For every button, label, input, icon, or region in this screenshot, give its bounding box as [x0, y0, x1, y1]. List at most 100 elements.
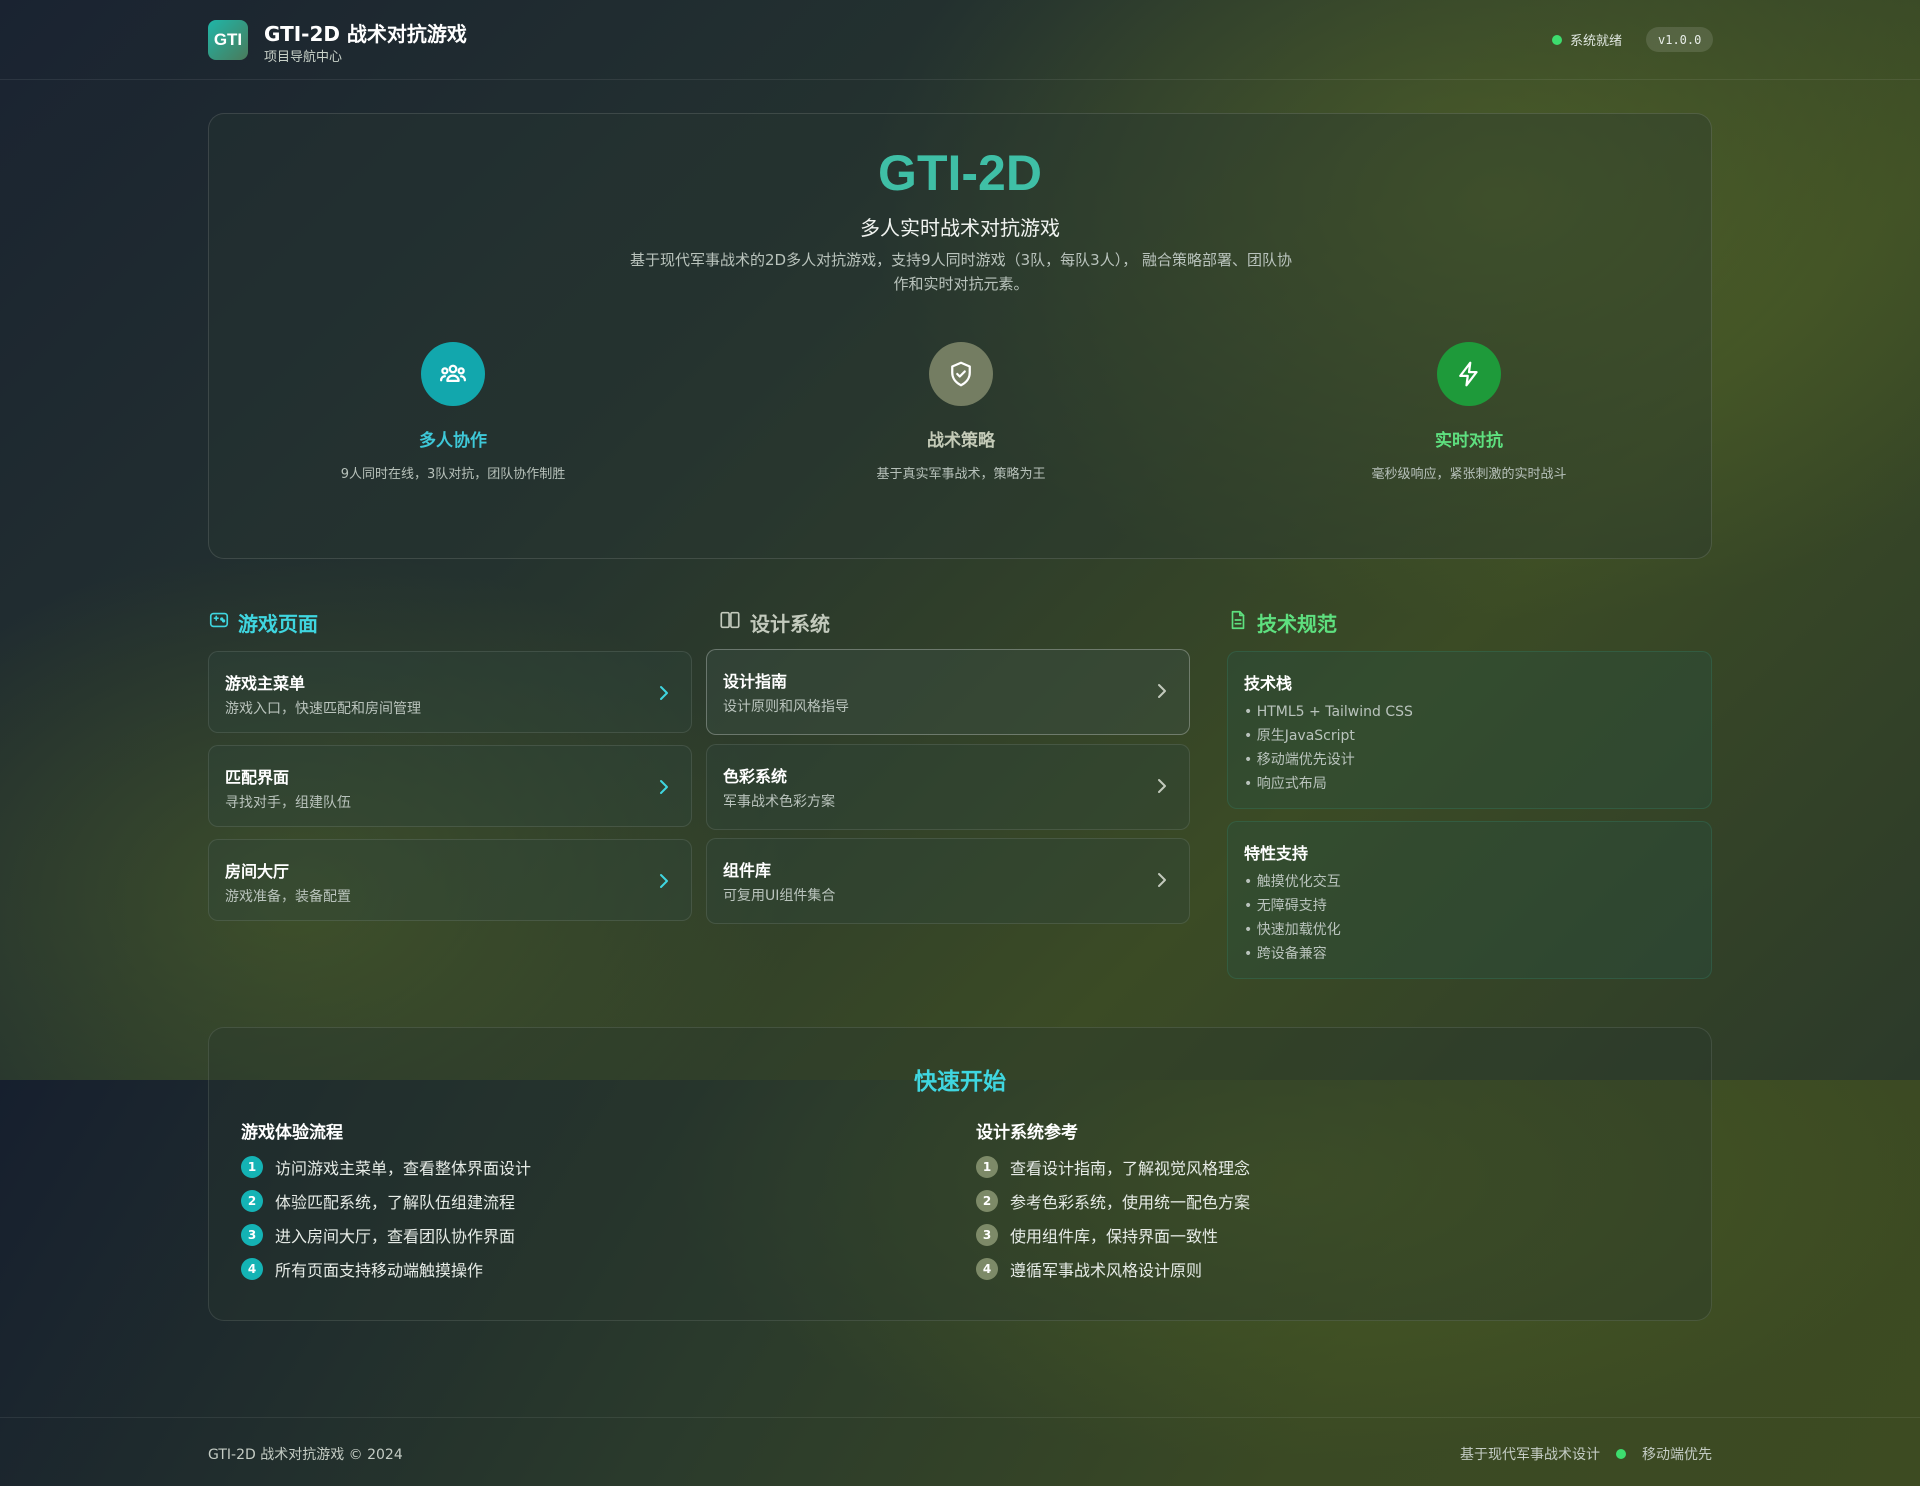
- list-item: • 原生JavaScript: [1244, 728, 1355, 744]
- step-text: 遵循军事战术风格设计原则: [1010, 1261, 1203, 1280]
- feature-title: 战术策略: [927, 431, 995, 451]
- footer-note-mobile: 移动端优先: [1642, 1447, 1712, 1463]
- card-title: 组件库: [723, 861, 772, 880]
- card-title: 匹配界面: [225, 768, 290, 787]
- step-text: 体验匹配系统，了解队伍组建流程: [275, 1193, 516, 1212]
- step-number: 1: [241, 1156, 263, 1178]
- step-item: 4 遵循军事战术风格设计原则: [976, 1258, 1250, 1280]
- feature-desc: 基于真实军事战术，策略为王: [876, 467, 1046, 482]
- status-dot-icon: [1616, 1449, 1626, 1459]
- card-desc: 寻找对手，组建队伍: [225, 795, 351, 811]
- step-number: 3: [241, 1224, 263, 1246]
- step-number: 3: [976, 1224, 998, 1246]
- chevron-right-icon: [657, 776, 671, 802]
- chevron-right-icon: [1155, 775, 1169, 801]
- section-title: 技术规范: [1257, 612, 1337, 636]
- feature-title: 实时对抗: [1435, 431, 1503, 451]
- step-number: 4: [241, 1258, 263, 1280]
- card-matchmaking[interactable]: 匹配界面 寻找对手，组建队伍: [208, 745, 692, 827]
- footer-notes: 基于现代军事战术设计 移动端优先: [1460, 1444, 1712, 1464]
- feature-tactics: 战术策略 基于真实军事战术，策略为王: [761, 342, 1161, 482]
- column-title: 游戏体验流程: [241, 1123, 343, 1143]
- card-title: 设计指南: [723, 672, 788, 691]
- spec-list: • HTML5 + Tailwind CSS • 原生JavaScript • …: [1244, 700, 1413, 796]
- card-desc: 可复用UI组件集合: [723, 888, 836, 904]
- step-item: 1 访问游戏主菜单，查看整体界面设计: [241, 1156, 532, 1178]
- feature-multiplayer: 多人协作 9人同时在线，3队对抗，团队协作制胜: [253, 342, 653, 482]
- chevron-right-icon: [657, 870, 671, 896]
- list-item: • 快速加载优化: [1244, 922, 1341, 938]
- book-open-icon: [718, 609, 742, 636]
- spec-title: 特性支持: [1244, 844, 1309, 863]
- card-desc: 游戏入口，快速匹配和房间管理: [225, 701, 421, 717]
- hero-description: 基于现代军事战术的2D多人对抗游戏，支持9人同时游戏（3队，每队3人）， 融合策…: [630, 251, 1292, 293]
- feature-desc: 9人同时在线，3队对抗，团队协作制胜: [340, 467, 566, 482]
- spec-features: 特性支持 • 触摸优化交互 • 无障碍支持 • 快速加载优化 • 跨设备兼容: [1227, 821, 1712, 979]
- footer-note-design: 基于现代军事战术设计: [1460, 1447, 1600, 1463]
- step-number: 4: [976, 1258, 998, 1280]
- step-text: 所有页面支持移动端触摸操作: [275, 1261, 484, 1280]
- shield-check-icon: [929, 342, 993, 406]
- feature-title: 多人协作: [419, 431, 487, 451]
- list-item: • 触摸优化交互: [1244, 874, 1341, 890]
- feature-desc: 毫秒级响应，紧张刺激的实时战斗: [1371, 467, 1567, 482]
- game-flow-column: 游戏体验流程 1 访问游戏主菜单，查看整体界面设计 2 体验匹配系统，了解队伍组…: [241, 1118, 532, 1280]
- section-title: 游戏页面: [238, 612, 318, 636]
- step-item: 4 所有页面支持移动端触摸操作: [241, 1258, 531, 1280]
- card-title: 游戏主菜单: [225, 674, 306, 693]
- hero-subtitle: 多人实时战术对抗游戏: [860, 216, 1060, 240]
- list-item: • 无障碍支持: [1244, 898, 1327, 914]
- hero-card: GTI-2D 多人实时战术对抗游戏 基于现代军事战术的2D多人对抗游戏，支持9人…: [208, 113, 1712, 559]
- step-item: 3 使用组件库，保持界面一致性: [976, 1224, 1250, 1246]
- step-item: 2 参考色彩系统，使用统一配色方案: [976, 1190, 1251, 1212]
- design-reference-column: 设计系统参考 1 查看设计指南，了解视觉风格理念 2 参考色彩系统，使用统一配色…: [976, 1118, 1251, 1280]
- column-title: 设计系统参考: [976, 1123, 1078, 1143]
- system-status: 系统就绪: [1552, 30, 1622, 49]
- list-item: • 响应式布局: [1244, 776, 1327, 792]
- chevron-right-icon: [1155, 680, 1169, 706]
- spec-list: • 触摸优化交互 • 无障碍支持 • 快速加载优化 • 跨设备兼容: [1244, 870, 1341, 966]
- chevron-right-icon: [657, 682, 671, 708]
- card-main-menu[interactable]: 游戏主菜单 游戏入口，快速匹配和房间管理: [208, 651, 692, 733]
- step-number: 1: [976, 1156, 998, 1178]
- section-tech-spec-heading: 技术规范: [1227, 608, 1337, 637]
- copyright-text: GTI-2D 战术对抗游戏 © 2024: [208, 1447, 403, 1463]
- spec-tech-stack: 技术栈 • HTML5 + Tailwind CSS • 原生JavaScrip…: [1227, 651, 1712, 809]
- version-badge: v1.0.0: [1646, 27, 1714, 52]
- gamepad-icon: [208, 609, 230, 636]
- card-component-library[interactable]: 组件库 可复用UI组件集合: [706, 838, 1190, 924]
- lightning-icon: [1437, 342, 1501, 406]
- card-title: 房间大厅: [225, 862, 290, 881]
- quick-start-title: 快速开始: [914, 1069, 1006, 1095]
- card-title: 色彩系统: [723, 767, 788, 786]
- list-item: • 跨设备兼容: [1244, 946, 1327, 962]
- step-text: 参考色彩系统，使用统一配色方案: [1010, 1193, 1251, 1212]
- hero-title: GTI-2D: [878, 145, 1042, 201]
- chevron-right-icon: [1155, 869, 1169, 895]
- card-room-lobby[interactable]: 房间大厅 游戏准备，装备配置: [208, 839, 692, 921]
- app-subtitle: 项目导航中心: [264, 50, 343, 65]
- app-logo[interactable]: GTI: [208, 20, 248, 60]
- step-number: 2: [976, 1190, 998, 1212]
- page-footer: GTI-2D 战术对抗游戏 © 2024 基于现代军事战术设计 移动端优先: [0, 1417, 1920, 1486]
- top-header: GTI GTI-2D 战术对抗游戏 项目导航中心 系统就绪 v1.0.0: [0, 0, 1920, 80]
- step-text: 查看设计指南，了解视觉风格理念: [1010, 1159, 1251, 1178]
- step-text: 访问游戏主菜单，查看整体界面设计: [275, 1159, 532, 1178]
- step-item: 3 进入房间大厅，查看团队协作界面: [241, 1224, 531, 1246]
- users-icon: [421, 342, 485, 406]
- section-title: 设计系统: [750, 612, 830, 636]
- card-design-guide[interactable]: 设计指南 设计原则和风格指导: [706, 649, 1190, 735]
- step-item: 1 查看设计指南，了解视觉风格理念: [976, 1156, 1251, 1178]
- section-game-pages-heading: 游戏页面: [208, 608, 318, 637]
- list-item: • 移动端优先设计: [1244, 752, 1355, 768]
- app-title: GTI-2D 战术对抗游戏: [264, 22, 467, 46]
- status-dot-icon: [1552, 34, 1562, 45]
- spec-title: 技术栈: [1244, 674, 1293, 693]
- feature-realtime: 实时对抗 毫秒级响应，紧张刺激的实时战斗: [1269, 342, 1669, 482]
- card-color-system[interactable]: 色彩系统 军事战术色彩方案: [706, 744, 1190, 830]
- card-desc: 游戏准备，装备配置: [225, 889, 351, 905]
- card-desc: 军事战术色彩方案: [723, 794, 835, 810]
- document-icon: [1227, 609, 1249, 636]
- step-text: 进入房间大厅，查看团队协作界面: [275, 1227, 516, 1246]
- section-design-system-heading: 设计系统: [718, 608, 830, 637]
